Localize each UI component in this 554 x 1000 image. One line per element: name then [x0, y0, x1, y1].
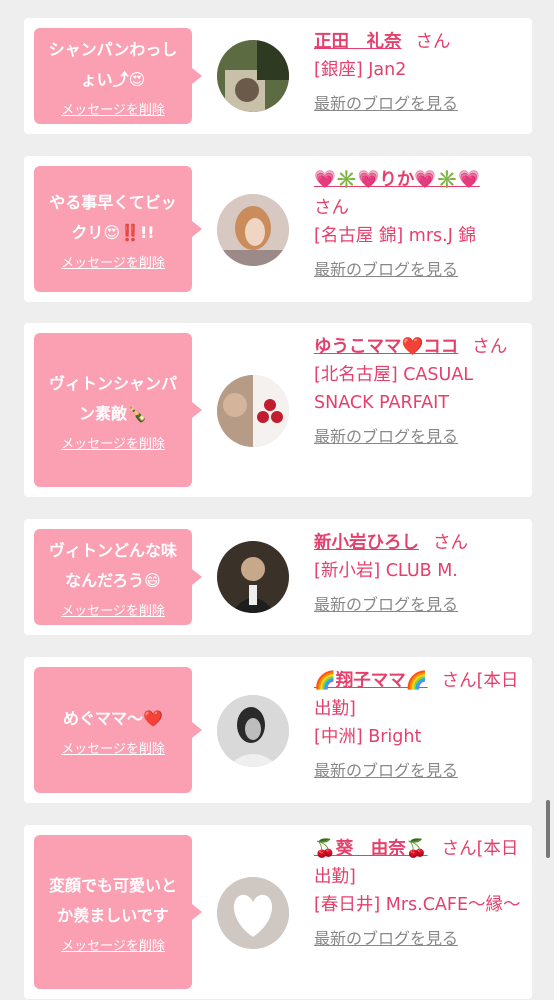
shop-info: [中洲] Bright [314, 727, 422, 747]
shop-info: [春日井] Mrs.CAFE〜縁〜 [314, 895, 521, 915]
honorific: さん [314, 198, 349, 218]
latest-blog-link[interactable]: 最新のブログを見る [314, 925, 524, 953]
avatar[interactable] [217, 40, 289, 112]
message-text: ヴィトンどんな味 なんだろう😄 [48, 540, 177, 590]
delete-message-link[interactable]: メッセージを削除 [61, 738, 165, 757]
delete-message-link[interactable]: メッセージを削除 [61, 600, 165, 619]
delete-message-link[interactable]: メッセージを削除 [61, 99, 165, 118]
user-name-link[interactable]: ゆうこママ❤️ココ [314, 337, 458, 357]
user-name-link[interactable]: 正田 礼奈 [314, 32, 402, 52]
message-text: やる事早くてビッ クリ😍‼️!! [49, 192, 177, 242]
avatar[interactable] [217, 375, 289, 447]
shop-info: [名古屋 錦] mrs.J 錦 [314, 226, 476, 246]
avatar[interactable] [217, 541, 289, 613]
message-card: やる事早くてビッ クリ😍‼️!! メッセージを削除 💗✳️💗りか💗✳️💗 さん [… [24, 156, 532, 302]
delete-message-link[interactable]: メッセージを削除 [61, 433, 165, 452]
message-card: ヴィトンどんな味 なんだろう😄 メッセージを削除 新小岩ひろし さん [新小岩] C… [24, 519, 532, 635]
message-text: めぐママ〜❤️ [63, 708, 163, 728]
message-bubble: やる事早くてビッ クリ😍‼️!! メッセージを削除 [34, 166, 202, 292]
honorific: さん [415, 32, 451, 52]
message-text: 変顔でも可愛いと か羨ましいです [48, 875, 177, 925]
message-bubble: めぐママ〜❤️ メッセージを削除 [34, 667, 202, 793]
message-card: めぐママ〜❤️ メッセージを削除 🌈翔子ママ🌈 さん[本日出勤] [中洲] Bri… [24, 657, 532, 803]
delete-message-link[interactable]: メッセージを削除 [61, 252, 165, 271]
message-bubble: ヴィトンどんな味 なんだろう😄 メッセージを削除 [34, 529, 202, 625]
honorific: さん [433, 533, 468, 553]
message-card: ヴィトンシャンパ ン素敵🍾 メッセージを削除 ゆうこママ❤️ココ さん [北名古屋]… [24, 323, 532, 497]
message-card: シャンパンわっし ょい⤴😍 メッセージを削除 正田 礼奈 さん [銀座] Jan2 … [24, 18, 532, 134]
message-card: 変顔でも可愛いと か羨ましいです メッセージを削除 🍒葵 由奈🍒 さん[本日出勤] … [24, 825, 532, 999]
shop-info: [新小岩] CLUB M. [314, 561, 458, 581]
message-bubble: ヴィトンシャンパ ン素敵🍾 メッセージを削除 [34, 333, 202, 487]
latest-blog-link[interactable]: 最新のブログを見る [314, 423, 524, 451]
avatar[interactable] [217, 877, 289, 949]
delete-message-link[interactable]: メッセージを削除 [61, 935, 165, 954]
user-name-link[interactable]: 新小岩ひろし [314, 533, 419, 553]
message-text: ヴィトンシャンパ ン素敵🍾 [48, 373, 177, 423]
latest-blog-link[interactable]: 最新のブログを見る [314, 591, 524, 619]
honorific: さん [472, 337, 508, 357]
shop-info: [北名古屋] CASUAL SNACK PARFAIT [314, 365, 474, 413]
avatar[interactable] [217, 695, 289, 767]
user-name-link[interactable]: 💗✳️💗りか💗✳️💗 [314, 170, 480, 190]
message-bubble: シャンパンわっし ょい⤴😍 メッセージを削除 [34, 28, 202, 124]
user-name-link[interactable]: 🌈翔子ママ🌈 [314, 671, 428, 691]
message-bubble: 変顔でも可愛いと か羨ましいです メッセージを削除 [34, 835, 202, 989]
scrollbar[interactable] [546, 800, 550, 858]
latest-blog-link[interactable]: 最新のブログを見る [314, 757, 524, 785]
user-name-link[interactable]: 🍒葵 由奈🍒 [314, 839, 428, 859]
shop-info: [銀座] Jan2 [314, 60, 407, 80]
latest-blog-link[interactable]: 最新のブログを見る [314, 90, 524, 118]
message-text: シャンパンわっし ょい⤴😍 [48, 39, 178, 89]
latest-blog-link[interactable]: 最新のブログを見る [314, 256, 524, 284]
avatar[interactable] [217, 194, 289, 266]
